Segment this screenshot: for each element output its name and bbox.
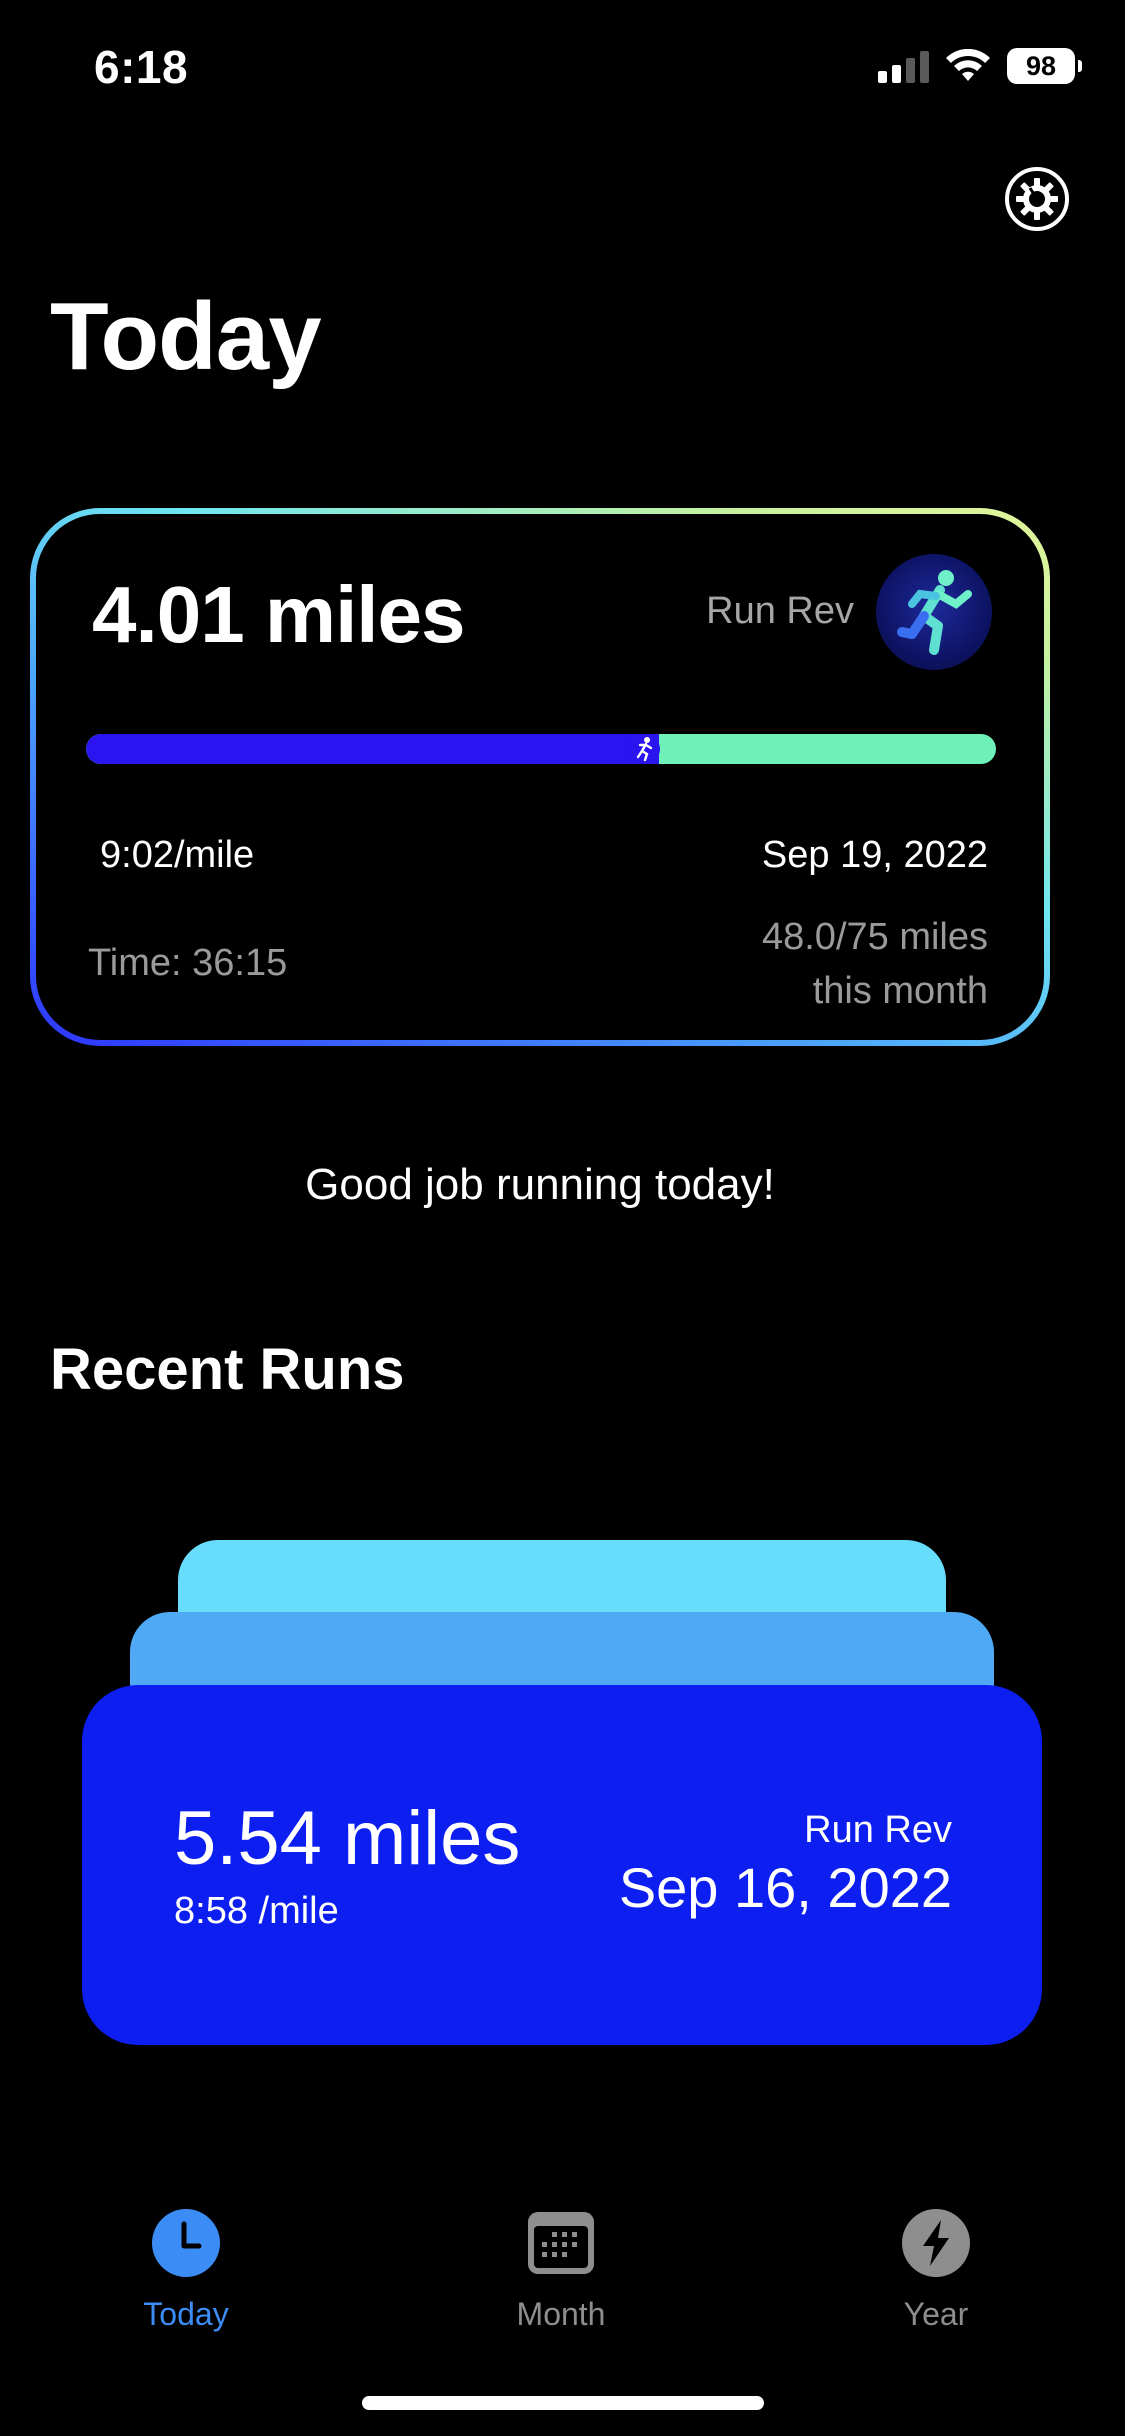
tab-month-label: Month — [516, 2296, 606, 2332]
recent-run-app-name: Run Rev — [804, 1809, 952, 1851]
status-icons: 98 — [878, 48, 1082, 84]
calendar-icon — [528, 2212, 594, 2274]
recent-run-distance: 5.54 miles — [174, 1796, 521, 1881]
month-progress-miles: 48.0/75 miles — [761, 916, 988, 958]
today-date: Sep 19, 2022 — [761, 834, 988, 876]
progress-fill — [86, 734, 660, 764]
encouragement-message: Good job running today! — [305, 1160, 775, 1209]
clock-icon — [152, 2209, 220, 2277]
page-title: Today — [50, 283, 322, 390]
today-distance: 4.01 miles — [92, 570, 465, 659]
wifi-icon — [946, 49, 990, 81]
recent-run-card[interactable]: 5.54 miles 8:58 /mile Run Rev Sep 16, 20… — [82, 1685, 1042, 2045]
tab-year[interactable]: Year — [856, 2208, 1016, 2333]
tab-today-label: Today — [143, 2296, 229, 2332]
tab-today[interactable]: Today — [106, 2208, 266, 2333]
source-app-name: Run Rev — [706, 590, 854, 632]
home-indicator[interactable] — [362, 2396, 764, 2410]
recent-run-date: Sep 16, 2022 — [618, 1856, 952, 1919]
today-time: Time: 36:15 — [88, 942, 288, 984]
tab-month[interactable]: Month — [481, 2208, 641, 2333]
cellular-signal-icon — [878, 49, 929, 83]
runner-icon — [876, 554, 992, 670]
month-progress-caption: this month — [812, 970, 988, 1012]
recent-runs-title: Recent Runs — [50, 1337, 405, 1402]
today-pace: 9:02/mile — [100, 834, 255, 876]
recent-run-pace: 8:58 /mile — [174, 1890, 339, 1932]
battery-level: 98 — [1025, 50, 1057, 81]
distance-goal-progress-bar — [86, 734, 996, 764]
battery-icon: 98 — [1007, 48, 1082, 84]
tab-year-label: Year — [903, 2296, 969, 2332]
gear-icon[interactable] — [1004, 166, 1070, 232]
status-time: 6:18 — [94, 41, 189, 93]
month-progress-text: 48.0/75 miles this month — [762, 910, 988, 1018]
progress-runner-icon — [630, 734, 660, 764]
lightning-icon — [902, 2209, 970, 2277]
today-summary-card[interactable]: 4.01 miles Run Rev 9:02/mile Sep 19, 202… — [30, 508, 1050, 1046]
